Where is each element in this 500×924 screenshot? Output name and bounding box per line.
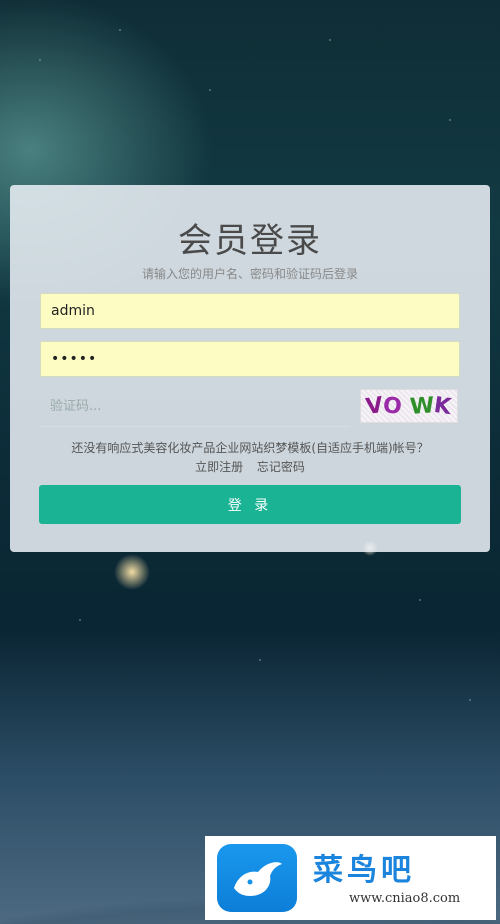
captcha-char: W bbox=[409, 392, 436, 420]
register-link[interactable]: 立即注册 bbox=[195, 460, 243, 474]
watermark-logo bbox=[217, 844, 297, 912]
captcha-input[interactable] bbox=[40, 387, 350, 427]
site-watermark: 菜鸟吧 www.cniao8.com bbox=[205, 836, 496, 920]
watermark-url: www.cniao8.com bbox=[349, 890, 461, 906]
captcha-char: K bbox=[432, 392, 454, 420]
login-subtitle: 请输入您的用户名、密码和验证码后登录 bbox=[141, 267, 358, 281]
watermark-text: 菜鸟吧 www.cniao8.com bbox=[313, 851, 460, 906]
username-input[interactable] bbox=[40, 293, 460, 329]
password-input[interactable] bbox=[40, 341, 460, 377]
captcha-image[interactable]: V O W K bbox=[360, 389, 458, 423]
login-card: 会员登录 请输入您的用户名、密码和验证码后登录 V O W K 还没有响应式美容… bbox=[10, 185, 490, 552]
page-title: 会员登录 bbox=[178, 221, 322, 261]
account-links: 立即注册 忘记密码 bbox=[10, 458, 490, 475]
login-button[interactable]: 登 录 bbox=[39, 485, 461, 524]
captcha-char: O bbox=[382, 392, 404, 420]
forgot-password-link[interactable]: 忘记密码 bbox=[257, 460, 305, 474]
watermark-brand: 菜鸟吧 bbox=[313, 852, 415, 888]
bird-icon bbox=[234, 862, 282, 896]
register-prompt: 还没有响应式美容化妆产品企业网站织梦模板(自适应手机端)帐号？ bbox=[71, 441, 429, 455]
